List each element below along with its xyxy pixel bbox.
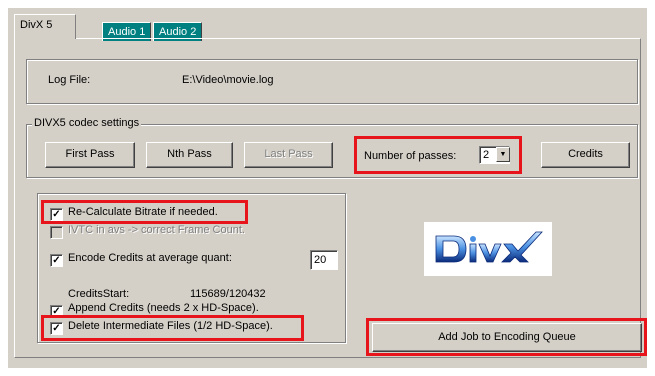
- last-pass-button[interactable]: Last Pass: [244, 142, 333, 168]
- credits-quant-input[interactable]: 20: [310, 250, 338, 270]
- tab-divx5[interactable]: DivX 5: [14, 14, 76, 39]
- credits-quant-value: 20: [314, 254, 327, 266]
- tab-audio2-label: Audio 2: [159, 26, 197, 38]
- log-file-path: E:\Video\movie.log: [182, 74, 274, 86]
- tab-audio1-label: Audio 1: [108, 26, 146, 38]
- tab-divx5-label: DivX 5: [20, 19, 53, 31]
- credits-button[interactable]: Credits: [541, 142, 630, 168]
- ivtc-label: IVTC in avs -> correct Frame Count.: [68, 224, 245, 236]
- first-pass-button[interactable]: First Pass: [45, 142, 135, 168]
- delete-highlight: [41, 315, 304, 341]
- codec-settings-legend: DIVX5 codec settings: [32, 117, 142, 129]
- passes-highlight: [354, 136, 522, 174]
- log-file-label: Log File:: [48, 74, 91, 86]
- divx-logo: [424, 222, 552, 276]
- recalc-highlight: [41, 200, 248, 224]
- divx-logo-graphic: [435, 231, 543, 263]
- encode-credits-label: Encode Credits at average quant:: [68, 252, 232, 264]
- ivtc-checkbox[interactable]: [50, 226, 63, 239]
- credits-start-label: CreditsStart:: [68, 288, 130, 300]
- log-file-group: [26, 59, 638, 104]
- credits-start-value: 115689/120432: [190, 288, 266, 300]
- nth-pass-button[interactable]: Nth Pass: [146, 142, 233, 168]
- encode-credits-checkbox[interactable]: ✓: [50, 254, 63, 267]
- queue-highlight: [366, 318, 647, 356]
- append-label: Append Credits (needs 2 x HD-Space).: [68, 302, 259, 314]
